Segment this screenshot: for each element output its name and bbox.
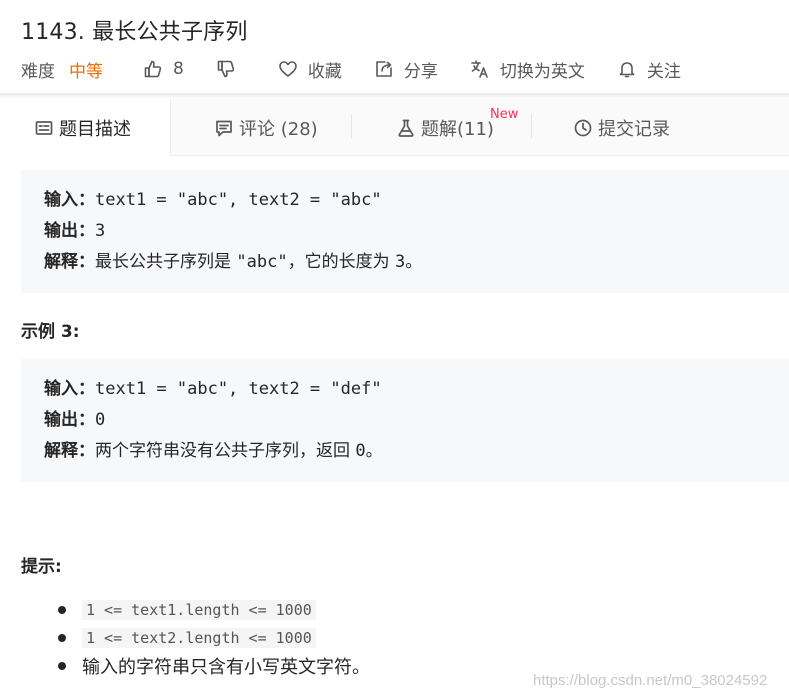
thumbs-down-icon	[216, 59, 236, 79]
bullet-icon	[58, 606, 66, 614]
watermark: https://blog.csdn.net/m0_38024592	[533, 672, 768, 689]
example-3-heading: 示例 3:	[21, 322, 80, 342]
problem-meta-bar: 难度 中等 8 收藏 分享 切换为英文 关注	[21, 56, 713, 82]
list-item: 1 <= text1.length <= 1000	[58, 596, 370, 624]
example-input-line: 输入：text1 = "abc", text2 = "abc"	[44, 185, 789, 216]
output-value: 0	[95, 410, 106, 430]
list-item: 输入的字符串只含有小写英文字符。	[58, 652, 370, 680]
explanation-end: 。	[365, 441, 383, 461]
favorite-label: 收藏	[307, 61, 342, 82]
hints-list: 1 <= text1.length <= 1000 1 <= text2.len…	[58, 596, 370, 680]
tab-comments-label: 评论 (28)	[239, 118, 318, 140]
output-label: 输出：	[44, 221, 95, 241]
comment-icon	[214, 118, 234, 138]
share-button[interactable]: 分享	[374, 57, 438, 82]
tab-solutions[interactable]: 题解(11) New	[396, 99, 518, 156]
example-explanation-line: 解释：两个字符串没有公共子序列，返回 0。	[44, 436, 789, 467]
like-count: 8	[173, 59, 184, 79]
favorite-button[interactable]: 收藏	[278, 57, 342, 82]
example-output-line: 输出：0	[44, 405, 789, 436]
thumbs-up-icon	[143, 59, 163, 79]
tab-comments[interactable]: 评论 (28)	[214, 99, 318, 156]
input-value: text1 = "abc", text2 = "def"	[95, 379, 382, 399]
output-value: 3	[95, 221, 106, 241]
explanation-code: "abc"	[236, 252, 288, 272]
tab-bar: 题目描述 评论 (28) 题解(11) New 提交记录	[0, 99, 789, 157]
tab-solutions-label: 题解(11)	[421, 118, 494, 140]
explanation-text: 两个字符串没有公共子序列，返回	[95, 441, 356, 461]
problem-title: 1143. 最长公共子序列	[21, 20, 248, 45]
example-3-box: 输入：text1 = "abc", text2 = "def" 输出：0 解释：…	[21, 359, 789, 482]
list-item: 1 <= text2.length <= 1000	[58, 624, 370, 652]
input-label: 输入：	[44, 190, 95, 210]
explanation-end: 。	[405, 252, 423, 272]
example-2-box: 输入：text1 = "abc", text2 = "abc" 输出：3 解释：…	[21, 170, 789, 293]
explanation-code: 3	[395, 252, 406, 272]
follow-button[interactable]: 关注	[617, 57, 681, 82]
example-input-line: 输入：text1 = "abc", text2 = "def"	[44, 374, 789, 405]
clock-icon	[573, 118, 593, 138]
dislike-button[interactable]	[216, 59, 246, 79]
switch-language-label: 切换为英文	[499, 61, 585, 82]
hint-text: 输入的字符串只含有小写英文字符。	[82, 657, 370, 678]
explanation-code: 0	[355, 441, 366, 461]
explanation-label: 解释：	[44, 252, 95, 272]
input-label: 输入：	[44, 379, 95, 399]
heart-icon	[278, 59, 298, 79]
bell-icon	[617, 59, 637, 79]
flask-icon	[396, 118, 416, 138]
hint-constraint: 1 <= text2.length <= 1000	[82, 628, 316, 648]
tab-submissions-label: 提交记录	[598, 118, 670, 140]
bullet-icon	[58, 662, 66, 670]
output-label: 输出：	[44, 410, 95, 430]
tab-submissions[interactable]: 提交记录	[573, 99, 670, 156]
share-label: 分享	[403, 61, 438, 82]
tab-description-label: 题目描述	[59, 119, 131, 140]
bullet-icon	[58, 634, 66, 642]
explanation-text: 最长公共子序列是	[95, 252, 237, 272]
difficulty-label: 难度	[21, 61, 55, 82]
difficulty-badge: 中等	[69, 61, 103, 82]
translate-icon	[470, 59, 490, 79]
input-value: text1 = "abc", text2 = "abc"	[95, 190, 382, 210]
explanation-text: ，它的长度为	[287, 252, 395, 272]
share-icon	[374, 59, 394, 79]
explanation-label: 解释：	[44, 441, 95, 461]
tab-description[interactable]: 题目描述	[0, 99, 171, 157]
like-button[interactable]: 8	[143, 59, 184, 79]
new-badge: New	[490, 107, 519, 122]
hints-heading: 提示:	[21, 557, 62, 577]
problem-header: 1143. 最长公共子序列 难度 中等 8 收藏 分享 切换为英文 关注	[0, 0, 789, 97]
switch-language-button[interactable]: 切换为英文	[470, 57, 585, 82]
example-output-line: 输出：3	[44, 216, 789, 247]
tab-divider	[531, 114, 532, 138]
example-explanation-line: 解释：最长公共子序列是 "abc"，它的长度为 3。	[44, 247, 789, 278]
hint-constraint: 1 <= text1.length <= 1000	[82, 600, 316, 620]
document-icon	[34, 118, 54, 138]
tab-divider	[351, 114, 352, 138]
follow-label: 关注	[646, 61, 681, 82]
